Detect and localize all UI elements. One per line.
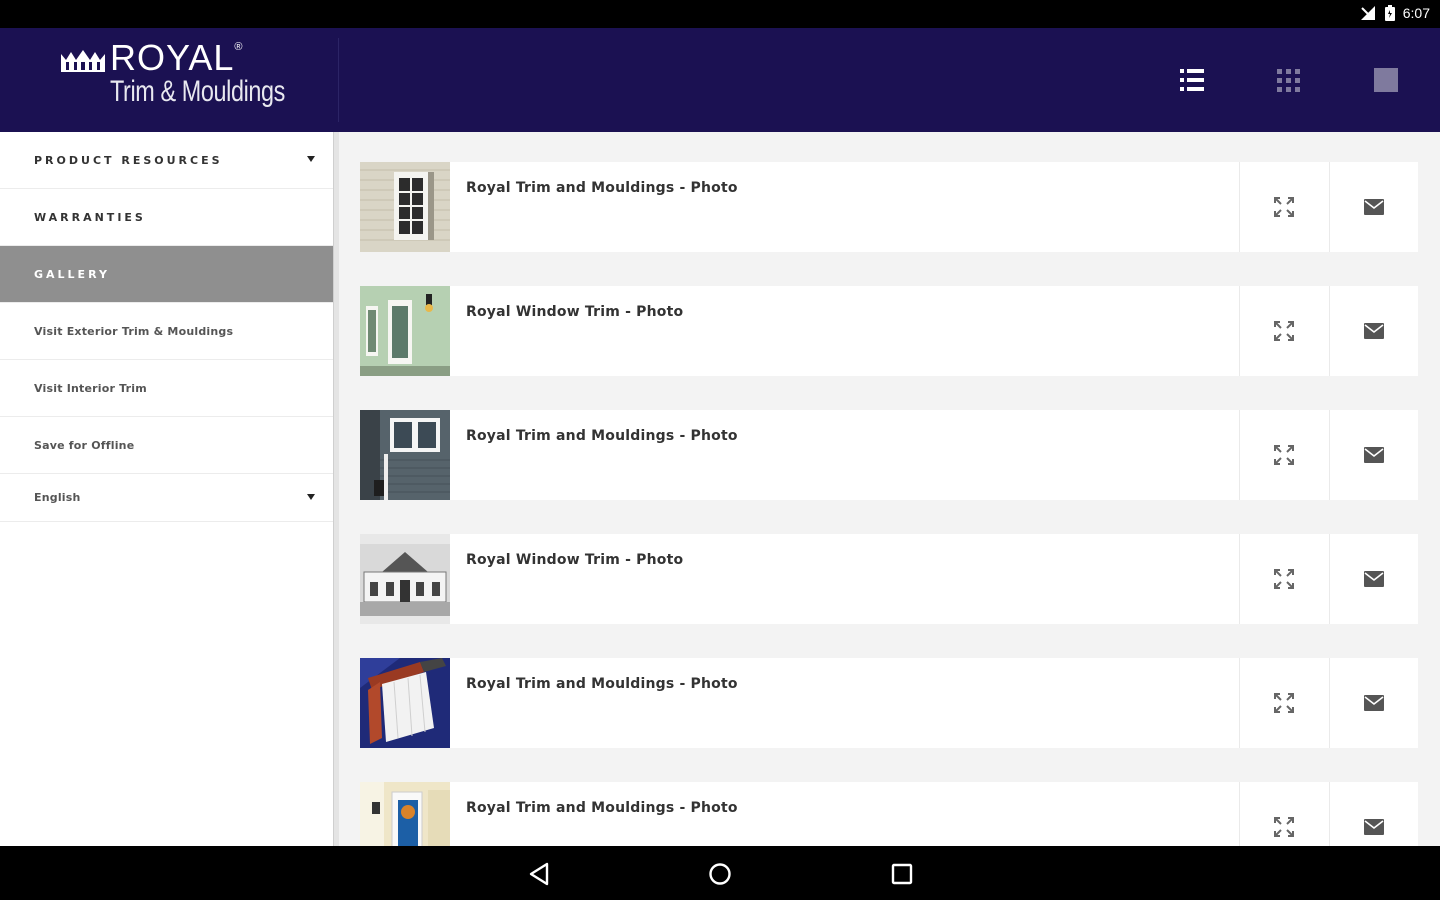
gallery-item[interactable]: Royal Window Trim - Photo: [360, 534, 1418, 624]
gallery-item[interactable]: Royal Trim and Mouldings - Photo: [360, 410, 1418, 500]
email-button[interactable]: [1329, 410, 1418, 500]
gallery-item[interactable]: Royal Trim and Mouldings - Photo: [360, 162, 1418, 252]
gallery-item-title: Royal Window Trim - Photo: [466, 304, 684, 320]
gallery-thumbnail[interactable]: [360, 658, 450, 748]
caret-down-icon: [307, 493, 315, 500]
expand-button[interactable]: [1239, 162, 1328, 252]
battery-icon: [1384, 5, 1395, 21]
expand-button[interactable]: [1239, 782, 1328, 846]
gallery-thumbnail[interactable]: [360, 286, 450, 376]
status-icons: 6:07: [1359, 5, 1430, 21]
mail-icon: [1364, 199, 1384, 215]
expand-button[interactable]: [1239, 534, 1328, 624]
gallery-item-title: Royal Trim and Mouldings - Photo: [466, 676, 738, 692]
expand-icon: [1274, 321, 1294, 341]
grid-view-icon: [1277, 69, 1300, 92]
single-view-button[interactable]: [1362, 56, 1410, 104]
home-icon: [709, 863, 731, 885]
expand-icon: [1274, 197, 1294, 217]
expand-icon: [1274, 817, 1294, 837]
expand-button[interactable]: [1239, 286, 1328, 376]
gallery-thumbnail[interactable]: [360, 782, 450, 846]
recents-icon: [891, 863, 913, 885]
grid-view-button[interactable]: [1265, 56, 1313, 104]
language-select[interactable]: English: [0, 474, 333, 522]
expand-button[interactable]: [1239, 410, 1328, 500]
gallery-list: Royal Trim and Mouldings - Photo Royal W…: [339, 132, 1440, 846]
sidebar-item-save-offline[interactable]: Save for Offline: [0, 417, 333, 474]
back-icon: [529, 862, 549, 886]
expand-icon: [1274, 569, 1294, 589]
status-time: 6:07: [1402, 5, 1430, 21]
mail-icon: [1364, 695, 1384, 711]
list-view-button[interactable]: [1168, 56, 1216, 104]
gallery-thumbnail[interactable]: [360, 410, 450, 500]
system-navigation-bar: [0, 846, 1440, 900]
home-button[interactable]: [706, 860, 734, 888]
back-button[interactable]: [525, 860, 553, 888]
gallery-item-title: Royal Trim and Mouldings - Photo: [466, 428, 738, 444]
gallery-item[interactable]: Royal Trim and Mouldings - Photo: [360, 658, 1418, 748]
sidebar-item-product-resources[interactable]: PRODUCT RESOURCES: [0, 132, 333, 189]
header-divider: [338, 38, 339, 122]
recents-button[interactable]: [888, 860, 916, 888]
mail-icon: [1364, 571, 1384, 587]
mail-icon: [1364, 447, 1384, 463]
gallery-thumbnail[interactable]: [360, 534, 450, 624]
sidebar-item-visit-interior[interactable]: Visit Interior Trim: [0, 360, 333, 417]
sidebar-item-warranties[interactable]: WARRANTIES: [0, 189, 333, 246]
gallery-item[interactable]: Royal Trim and Mouldings - Photo: [360, 782, 1418, 846]
single-view-icon: [1374, 68, 1398, 92]
sidebar-item-visit-exterior[interactable]: Visit Exterior Trim & Mouldings: [0, 303, 333, 360]
list-view-icon: [1180, 69, 1204, 91]
mail-icon: [1364, 323, 1384, 339]
email-button[interactable]: [1329, 534, 1418, 624]
email-button[interactable]: [1329, 286, 1418, 376]
gallery-item-title: Royal Trim and Mouldings - Photo: [466, 800, 738, 816]
expand-button[interactable]: [1239, 658, 1328, 748]
caret-down-icon: [307, 156, 315, 162]
email-button[interactable]: [1329, 162, 1418, 252]
email-button[interactable]: [1329, 782, 1418, 846]
gallery-item-title: Royal Trim and Mouldings - Photo: [466, 180, 738, 196]
expand-icon: [1274, 445, 1294, 465]
expand-icon: [1274, 693, 1294, 713]
status-bar: 6:07: [0, 0, 1440, 28]
gallery-item[interactable]: Royal Window Trim - Photo: [360, 286, 1418, 376]
gallery-item-title: Royal Window Trim - Photo: [466, 552, 684, 568]
email-button[interactable]: [1329, 658, 1418, 748]
crown-logo-icon: [61, 50, 105, 72]
brand-tagline: Trim & Mouldings: [110, 75, 285, 108]
gallery-thumbnail[interactable]: [360, 162, 450, 252]
sidebar-item-gallery[interactable]: GALLERY: [0, 246, 333, 303]
app-bar: ROYAL® Trim & Mouldings: [0, 28, 1440, 132]
brand-name: ROYAL®: [110, 37, 244, 78]
brand-logo: ROYAL® Trim & Mouldings: [0, 28, 338, 132]
sidebar: PRODUCT RESOURCES WARRANTIES GALLERY Vis…: [0, 132, 333, 846]
signal-icon: [1360, 6, 1375, 20]
mail-icon: [1364, 819, 1384, 835]
